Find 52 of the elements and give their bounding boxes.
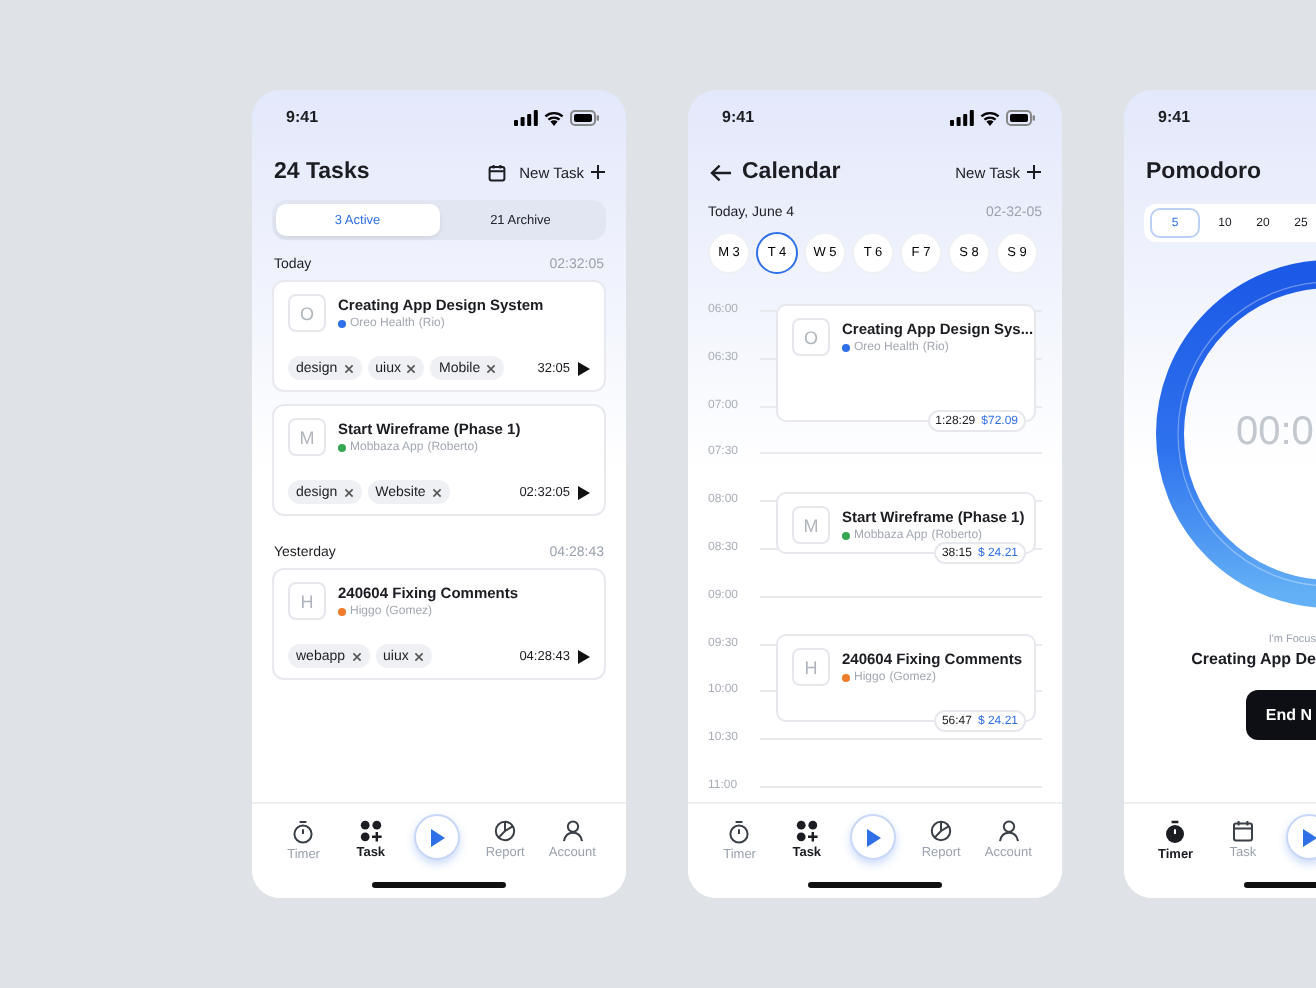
- person-icon: [561, 820, 584, 842]
- timer-text: 00:0: [1236, 410, 1314, 456]
- end-button[interactable]: End N: [1245, 690, 1316, 740]
- grid-icon: [795, 820, 818, 842]
- wifi-icon: [544, 109, 564, 125]
- play-button[interactable]: [414, 814, 461, 860]
- status-time: 9:41: [722, 108, 755, 126]
- screen-title: Calendar: [742, 160, 841, 184]
- calendar-icon[interactable]: [487, 163, 506, 181]
- play-icon[interactable]: [578, 649, 590, 663]
- remove-icon[interactable]: [343, 487, 354, 497]
- pie-chart-icon: [930, 820, 953, 842]
- play-icon: [429, 827, 446, 847]
- status-time: 9:41: [1158, 108, 1191, 126]
- status-time: 9:41: [286, 108, 319, 126]
- remove-icon[interactable]: [343, 363, 354, 373]
- task-avatar: O: [792, 318, 830, 356]
- task-avatar: M: [792, 506, 830, 544]
- calendar-icon: [1231, 820, 1254, 842]
- play-icon: [1301, 827, 1316, 847]
- screen-title: Pomodoro: [1146, 160, 1261, 184]
- battery-icon: [1006, 109, 1036, 125]
- screen-title: 24 Tasks: [274, 160, 370, 184]
- stopwatch-icon: [292, 820, 315, 844]
- wifi-icon: [980, 109, 1000, 125]
- grid-icon: [359, 820, 382, 842]
- remove-icon[interactable]: [351, 651, 362, 661]
- home-indicator: [372, 882, 506, 888]
- play-icon[interactable]: [578, 485, 590, 499]
- task-avatar: H: [792, 648, 830, 686]
- task-avatar: O: [288, 294, 326, 332]
- remove-icon[interactable]: [414, 651, 425, 661]
- task-avatar: M: [288, 418, 326, 456]
- signal-icon: [514, 109, 538, 125]
- pie-chart-icon: [494, 820, 517, 842]
- play-button[interactable]: [850, 814, 897, 860]
- stopwatch-icon: [1164, 820, 1187, 844]
- battery-icon: [570, 109, 600, 125]
- signal-icon: [950, 109, 974, 125]
- remove-icon[interactable]: [406, 363, 417, 373]
- remove-icon[interactable]: [486, 363, 497, 373]
- person-icon: [997, 820, 1020, 842]
- play-icon[interactable]: [578, 361, 590, 375]
- remove-icon[interactable]: [431, 487, 442, 497]
- stopwatch-icon: [728, 820, 751, 844]
- focus-task: Creating App De: [1191, 650, 1316, 668]
- task-avatar: H: [288, 582, 326, 620]
- plus-icon: [590, 164, 606, 180]
- home-indicator: [808, 882, 942, 888]
- back-arrow-icon[interactable]: [710, 163, 732, 181]
- play-icon: [865, 827, 882, 847]
- plus-icon: [1026, 164, 1042, 180]
